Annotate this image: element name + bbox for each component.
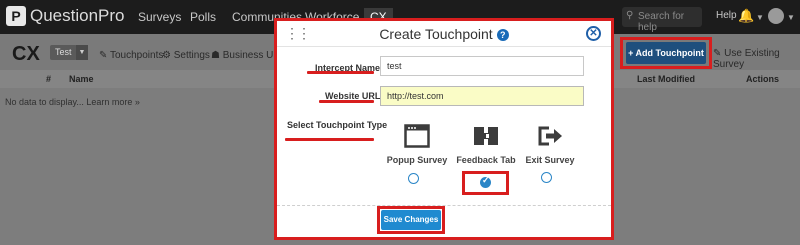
column-actions: Actions [746, 74, 780, 84]
logo-mark: P [6, 6, 26, 26]
intercept-name-underline [307, 71, 374, 74]
search-icon: ⚲ [626, 10, 634, 21]
help-link[interactable]: Help [716, 10, 737, 21]
exit-door-icon[interactable] [537, 125, 563, 147]
popup-survey-radio[interactable] [408, 173, 419, 184]
help-icon[interactable]: ? [496, 29, 509, 41]
exit-survey-label[interactable]: Exit Survey [515, 155, 585, 165]
business-unit-link[interactable]: ☗ Business Unit [211, 50, 284, 61]
nav-polls[interactable]: Polls [190, 10, 216, 24]
intercept-name-input[interactable] [380, 56, 584, 76]
chevron-down-icon[interactable]: ▼ [756, 13, 764, 22]
column-name[interactable]: Name [69, 74, 94, 84]
column-number[interactable]: # [46, 74, 51, 84]
website-url-input[interactable] [380, 86, 584, 106]
settings-link[interactable]: ⚙ Settings [162, 50, 210, 61]
search-placeholder: Search for help [638, 11, 685, 33]
learn-more-link[interactable]: Learn more » [86, 97, 140, 107]
avatar[interactable] [768, 8, 784, 24]
logo-text: QuestionPro [30, 6, 125, 25]
feedback-tab-radio[interactable] [480, 175, 491, 188]
browser-window-icon[interactable] [404, 124, 430, 148]
add-touchpoint-highlight [620, 37, 712, 69]
questionpro-logo[interactable]: P QuestionPro [6, 6, 125, 26]
help-search-input[interactable]: ⚲ Search for help [622, 7, 702, 33]
use-existing-survey-link[interactable]: ✎ Use Existing Survey [713, 48, 800, 70]
edit-icon: ✎ [99, 50, 110, 61]
edit-icon: ✎ [713, 48, 725, 59]
feedback-tab-label[interactable]: Feedback Tab [451, 155, 521, 165]
users-icon: ☗ [211, 50, 223, 61]
exit-survey-radio[interactable] [541, 172, 552, 183]
create-touchpoint-modal: ⋮⋮ Create Touchpoint? ✕ Intercept Name W… [274, 18, 614, 240]
column-last-modified[interactable]: Last Modified [637, 74, 695, 84]
feedback-tab-icon[interactable] [473, 125, 499, 147]
touchpoint-type-label: Select Touchpoint Type [287, 120, 388, 130]
gear-icon: ⚙ [162, 50, 174, 61]
nav-surveys[interactable]: Surveys [138, 10, 181, 24]
touchpoint-type-underline [285, 138, 374, 141]
touchpoints-link[interactable]: ✎ Touchpoints [99, 50, 163, 61]
survey-selector[interactable]: Test [50, 45, 77, 60]
popup-survey-label[interactable]: Popup Survey [382, 155, 452, 165]
page-title: CX [12, 43, 40, 65]
website-url-underline [319, 100, 374, 103]
chevron-down-icon[interactable]: ▼ [76, 45, 88, 60]
close-icon[interactable]: ✕ [586, 26, 601, 41]
bell-icon[interactable]: 🔔 [738, 8, 754, 24]
save-changes-highlight [377, 206, 445, 234]
empty-state: No data to display... Learn more » [5, 97, 140, 107]
chevron-down-icon[interactable]: ▼ [787, 13, 795, 22]
modal-header: ⋮⋮ Create Touchpoint? ✕ [277, 21, 611, 47]
modal-title: Create Touchpoint? [277, 26, 611, 42]
